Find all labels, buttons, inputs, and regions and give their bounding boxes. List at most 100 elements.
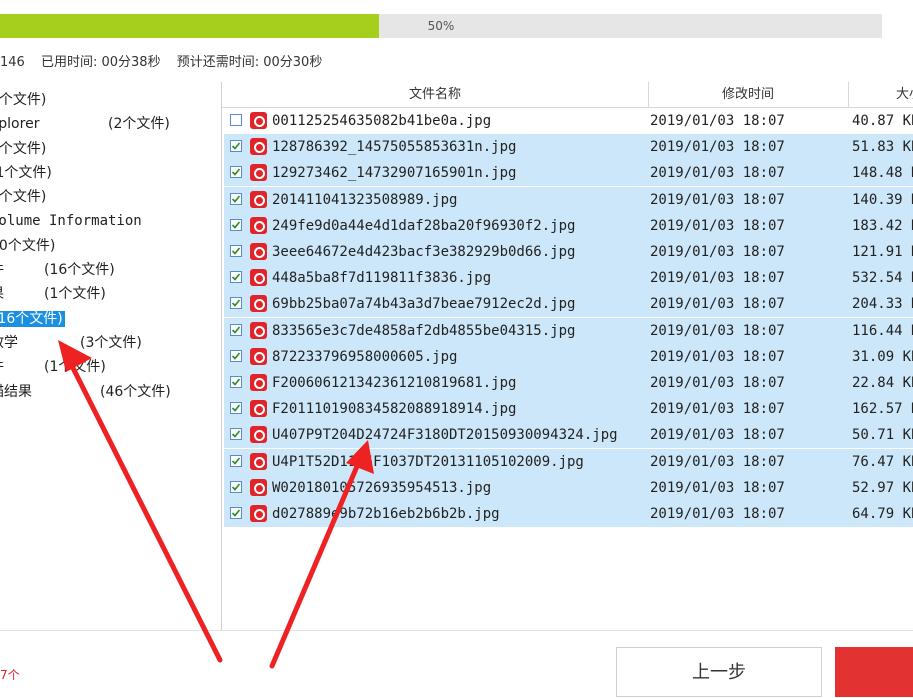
row-checkbox[interactable]: [230, 480, 242, 493]
row-checkbox[interactable]: [230, 114, 242, 126]
file-name: 001125254635082b41be0a.jpg: [272, 113, 492, 129]
row-checkbox[interactable]: [230, 297, 242, 310]
table-row[interactable]: F200606121342361210819681.jpg 2019/01/03 …: [224, 370, 913, 396]
file-name: F200606121342361210819681.jpg: [272, 375, 517, 391]
image-file-icon: [250, 452, 267, 470]
table-row[interactable]: 001125254635082b41be0a.jpg 2019/01/03 18:…: [224, 108, 913, 134]
file-name: 249fe9d0a44e4d1daf28ba20f96930f2.jpg: [272, 217, 576, 234]
tree-item-label: 件: [0, 359, 4, 375]
file-name: 833565e3c7de4858af2db4855be04315.jpg: [272, 322, 576, 339]
table-row[interactable]: 448a5ba8f7d119811f3836.jpg 2019/01/03 18:…: [224, 265, 913, 292]
tree-item[interactable]: 教学 (3个文件): [0, 331, 142, 355]
tree-item-label: 件: [0, 262, 4, 278]
table-row[interactable]: W020180105726935954513.jpg 2019/01/03 18:…: [224, 474, 913, 501]
row-checkbox[interactable]: [230, 140, 242, 153]
table-row[interactable]: F201110190834582088918914.jpg 2019/01/03 …: [224, 396, 913, 423]
row-checkbox[interactable]: [230, 218, 242, 231]
tree-item-label: (1个文件): [0, 164, 52, 181]
file-name: 3eee64672e4d423bacf3e382929b0d66.jpg: [272, 244, 576, 260]
tree-item[interactable]: 1个文件): [0, 137, 142, 161]
column-header-size[interactable]: 大小: [849, 82, 913, 107]
next-step-button[interactable]: [835, 647, 913, 697]
file-name: 872233796958000605.jpg: [272, 348, 458, 365]
file-size: 40.87 KB: [852, 113, 913, 129]
folder-tree[interactable]: 0个文件) xplorer (2个文件) 1个文件) (1个文件) 2个文件) Volume…: [0, 82, 222, 630]
table-header: 文件名称 修改时间 大小: [222, 82, 913, 108]
tree-item[interactable]: (1个文件): [0, 161, 142, 185]
tree-item-label: xplorer: [0, 116, 40, 133]
file-name: 129273462_14732907165901n.jpg: [272, 165, 517, 182]
tree-item[interactable]: xplorer (2个文件): [0, 112, 170, 136]
modified-time: 2019/01/03 18:07: [650, 191, 785, 208]
previous-step-button[interactable]: 上一步: [616, 647, 822, 697]
tree-item-label: 40个文件): [0, 237, 56, 254]
modified-time: 2019/01/03 18:07: [650, 348, 785, 365]
row-checkbox[interactable]: [230, 166, 242, 179]
table-row[interactable]: 3eee64672e4d423bacf3e382929b0d66.jpg 2019…: [224, 239, 913, 265]
tree-item-count: (2个文件): [108, 116, 170, 133]
table-row[interactable]: d027889e9b72b16eb2b6b2b.jpg 2019/01/03 18…: [224, 501, 913, 527]
tree-item[interactable]: 件 (1个文件): [0, 355, 142, 379]
tree-item[interactable]: (16个文件): [0, 307, 142, 331]
tree-item[interactable]: 40个文件): [0, 234, 142, 258]
image-file-icon: [250, 295, 267, 313]
table-row[interactable]: U407P9T204D24724F3180DT20150930094324.jp…: [224, 422, 913, 449]
file-size: 162.57 KB: [852, 401, 913, 418]
image-file-icon: [250, 374, 267, 391]
tree-item[interactable]: Volume Information(2: [0, 209, 221, 233]
modified-time: 2019/01/03 18:07: [650, 506, 785, 522]
file-size: 76.47 KB: [852, 453, 913, 470]
table-row[interactable]: 201411041323508989.jpg 2019/01/03 18:07 14…: [224, 186, 913, 213]
row-checkbox[interactable]: [230, 428, 242, 441]
column-header-name[interactable]: 文件名称: [222, 82, 649, 107]
table-row[interactable]: 129273462_14732907165901n.jpg 2019/01/03 …: [224, 160, 913, 187]
image-file-icon: [250, 505, 267, 522]
row-checkbox[interactable]: [230, 271, 242, 284]
row-checkbox[interactable]: [230, 454, 242, 467]
modified-time: 2019/01/03 18:07: [650, 479, 785, 496]
column-header-time[interactable]: 修改时间: [648, 82, 849, 107]
file-name: F201110190834582088918914.jpg: [272, 401, 517, 418]
row-checkbox[interactable]: [230, 507, 242, 519]
row-checkbox[interactable]: [230, 349, 242, 362]
table-row[interactable]: 128786392_14575055853631n.jpg 2019/01/03 …: [224, 134, 913, 161]
tree-item[interactable]: 件 (16个文件): [0, 258, 142, 282]
tree-item-count: (3个文件): [80, 334, 142, 351]
file-name: d027889e9b72b16eb2b6b2b.jpg: [272, 506, 500, 522]
tree-item[interactable]: 描结果 (46个文件): [0, 380, 171, 404]
tree-item-label: 0个文件): [0, 92, 47, 108]
file-size: 148.48 KB: [852, 165, 913, 182]
row-checkbox[interactable]: [230, 402, 242, 415]
table-row[interactable]: 833565e3c7de4858af2db4855be04315.jpg 2019…: [224, 317, 913, 344]
tree-item-label: (16个文件): [0, 310, 65, 327]
modified-time: 2019/01/03 18:07: [650, 296, 785, 313]
row-checkbox[interactable]: [230, 245, 242, 257]
row-checkbox[interactable]: [230, 376, 242, 388]
table-row[interactable]: 249fe9d0a44e4d1daf28ba20f96930f2.jpg 2019…: [224, 212, 913, 239]
file-name: 448a5ba8f7d119811f3836.jpg: [272, 270, 492, 287]
tree-item[interactable]: 2个文件): [0, 185, 142, 209]
image-file-icon: [250, 400, 267, 418]
file-size: 51.83 KB: [852, 139, 913, 156]
file-name: W020180105726935954513.jpg: [272, 479, 492, 496]
tree-item[interactable]: 0个文件): [0, 88, 142, 112]
image-file-icon: [250, 138, 267, 156]
file-size: 31.09 KB: [852, 348, 913, 365]
image-file-icon: [250, 347, 267, 365]
row-checkbox[interactable]: [230, 323, 242, 336]
tree-item-label: 果: [0, 286, 4, 302]
file-size: 50.71 KB: [852, 427, 913, 444]
table-row[interactable]: U4P1T52D1145F1037DT20131105102009.jpg 201…: [224, 448, 913, 475]
modified-time: 2019/01/03 18:07: [650, 217, 785, 234]
modified-time: 2019/01/03 18:07: [650, 453, 785, 470]
modified-time: 2019/01/03 18:07: [650, 322, 785, 339]
table-row[interactable]: 69bb25ba07a74b43a3d7beae7912ec2d.jpg 2019…: [224, 291, 913, 318]
elapsed-time: 已用时间: 00分38秒: [40, 55, 161, 70]
file-size: 116.44 KB: [852, 322, 913, 339]
table-row[interactable]: 872233796958000605.jpg 2019/01/03 18:07 31…: [224, 343, 913, 370]
modified-time: 2019/01/03 18:07: [650, 401, 785, 418]
row-checkbox[interactable]: [230, 192, 242, 205]
tree-item[interactable]: 果 (1个文件): [0, 282, 142, 306]
image-file-icon: [250, 269, 267, 287]
folder-tree-list: 0个文件) xplorer (2个文件) 1个文件) (1个文件) 2个文件) Volume…: [0, 88, 221, 404]
